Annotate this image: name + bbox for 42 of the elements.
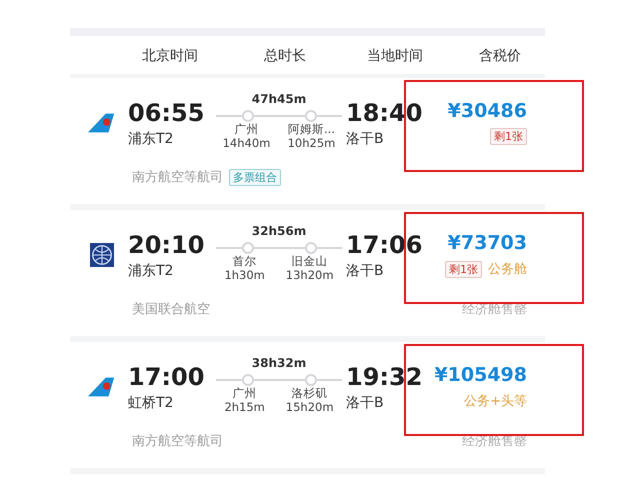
column-header: 当地时间 — [367, 48, 423, 64]
column-header: 北京时间 — [142, 48, 198, 64]
stop-city: 阿姆斯... — [288, 122, 335, 136]
price: ¥105498 — [434, 364, 527, 386]
cabin-class-label: 公务+头等 — [464, 393, 527, 410]
stop-city: 洛杉矶 — [292, 386, 328, 400]
layover-time: 15h20m — [286, 400, 334, 414]
price: ¥30486 — [448, 100, 527, 122]
stop-city: 广州 — [234, 122, 258, 136]
stop-city: 广州 — [232, 386, 257, 400]
layover-time: 2h15m — [224, 400, 265, 414]
airline-name: 南方航空等航司 — [132, 169, 223, 186]
total-duration: 38h32m — [252, 356, 306, 370]
arrival-airport: 洛干B — [346, 394, 385, 412]
arrival-airport: 洛干B — [346, 130, 385, 148]
departure-airport: 浦东T2 — [128, 262, 174, 280]
total-duration: 47h45m — [252, 92, 306, 106]
layover-time: 10h25m — [288, 136, 336, 150]
departure-time: 06:55 — [128, 98, 206, 128]
departure-time: 20:10 — [128, 230, 206, 260]
departure-airport: 浦东T2 — [128, 130, 174, 148]
stop-city: 首尔 — [232, 254, 257, 268]
price: ¥73703 — [448, 232, 527, 254]
seats-left-badge: 剩1张 — [490, 128, 527, 145]
total-duration: 32h56m — [252, 224, 306, 238]
airline-name: 南方航空等航司 — [132, 433, 223, 450]
layover-time: 14h40m — [222, 136, 270, 150]
column-header: 含税价 — [479, 48, 521, 64]
departure-airport: 虹桥T2 — [128, 394, 174, 412]
cabin-class-label: 公务舱 — [488, 261, 527, 278]
layover-time: 1h30m — [224, 268, 265, 282]
arrival-airport: 洛干B — [346, 262, 385, 280]
tail-fin-icon — [88, 375, 116, 399]
airline-name: 美国联合航空 — [132, 301, 210, 318]
column-header: 总时长 — [264, 48, 306, 64]
seats-left-badge: 剩1张 — [445, 260, 482, 278]
tail-fin-icon — [88, 111, 116, 135]
departure-time: 17:00 — [128, 362, 206, 392]
combo-ticket-badge: 多票组合 — [229, 168, 281, 186]
globe-icon — [88, 243, 116, 267]
layover-time: 13h20m — [286, 268, 334, 282]
stop-city: 旧金山 — [292, 254, 328, 268]
